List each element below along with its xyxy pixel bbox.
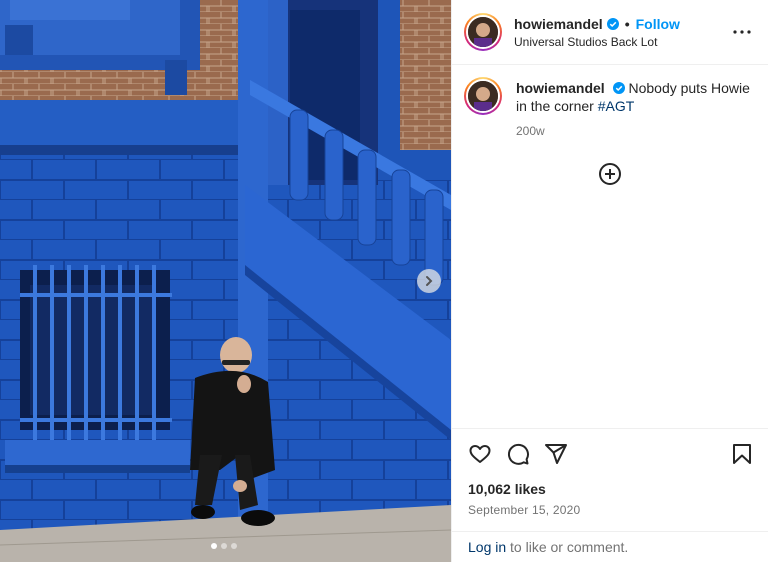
caption: howiemandel Nobody puts Howie in the cor…: [464, 77, 756, 138]
avatar-image: [466, 79, 500, 113]
carousel-indicator: [211, 543, 237, 549]
caption-username[interactable]: howiemandel: [516, 80, 605, 96]
avatar-image: [466, 15, 500, 49]
post-side-panel: howiemandel • Follow Universal Studios B…: [451, 0, 768, 562]
carousel-next-button[interactable]: [417, 269, 441, 293]
follow-button[interactable]: Follow: [636, 16, 680, 32]
load-more-comments-button[interactable]: [464, 162, 756, 186]
carousel-dot: [231, 543, 237, 549]
photo-scene: [0, 0, 451, 562]
caption-age: 200w: [516, 124, 545, 138]
more-options-button[interactable]: [730, 20, 754, 44]
hashtag-link[interactable]: #AGT: [598, 98, 635, 114]
comment-button[interactable]: [506, 442, 530, 466]
login-link[interactable]: Log in: [468, 539, 506, 555]
post-header: howiemandel • Follow Universal Studios B…: [452, 0, 768, 65]
instagram-post: howiemandel • Follow Universal Studios B…: [0, 0, 768, 567]
like-button[interactable]: [468, 442, 492, 466]
login-prompt-text: to like or comment.: [506, 539, 629, 555]
username-link[interactable]: howiemandel: [514, 16, 603, 32]
more-horizontal-icon: [733, 30, 751, 34]
caption-text-block: howiemandel Nobody puts Howie in the cor…: [516, 79, 756, 115]
verified-badge-icon: [606, 17, 619, 30]
separator-dot: •: [624, 15, 630, 32]
paper-plane-icon: [545, 443, 567, 464]
carousel-dot: [221, 543, 227, 549]
header-line: howiemandel • Follow: [514, 16, 730, 32]
avatar[interactable]: [464, 13, 502, 51]
post-date: September 15, 2020: [468, 503, 581, 517]
post-photo[interactable]: [0, 0, 451, 562]
comment-icon: [507, 443, 529, 465]
heart-icon: [469, 444, 491, 463]
bookmark-icon: [733, 443, 751, 464]
caption-content: howiemandel Nobody puts Howie in the cor…: [502, 77, 756, 138]
header-text: howiemandel • Follow Universal Studios B…: [514, 16, 730, 49]
plus-circle-icon: [599, 163, 621, 185]
verified-badge-icon: [612, 82, 625, 94]
location-link[interactable]: Universal Studios Back Lot: [514, 35, 730, 49]
login-prompt: Log in to like or comment.: [452, 531, 768, 562]
carousel-dot-active: [211, 543, 217, 549]
comments-area: howiemandel Nobody puts Howie in the cor…: [452, 65, 768, 428]
caption-avatar[interactable]: [464, 77, 502, 115]
chevron-right-icon: [426, 276, 433, 286]
action-bar: [452, 428, 768, 478]
save-button[interactable]: [730, 442, 754, 466]
share-button[interactable]: [544, 442, 568, 466]
likes-count[interactable]: 10,062 likes: [452, 481, 768, 497]
